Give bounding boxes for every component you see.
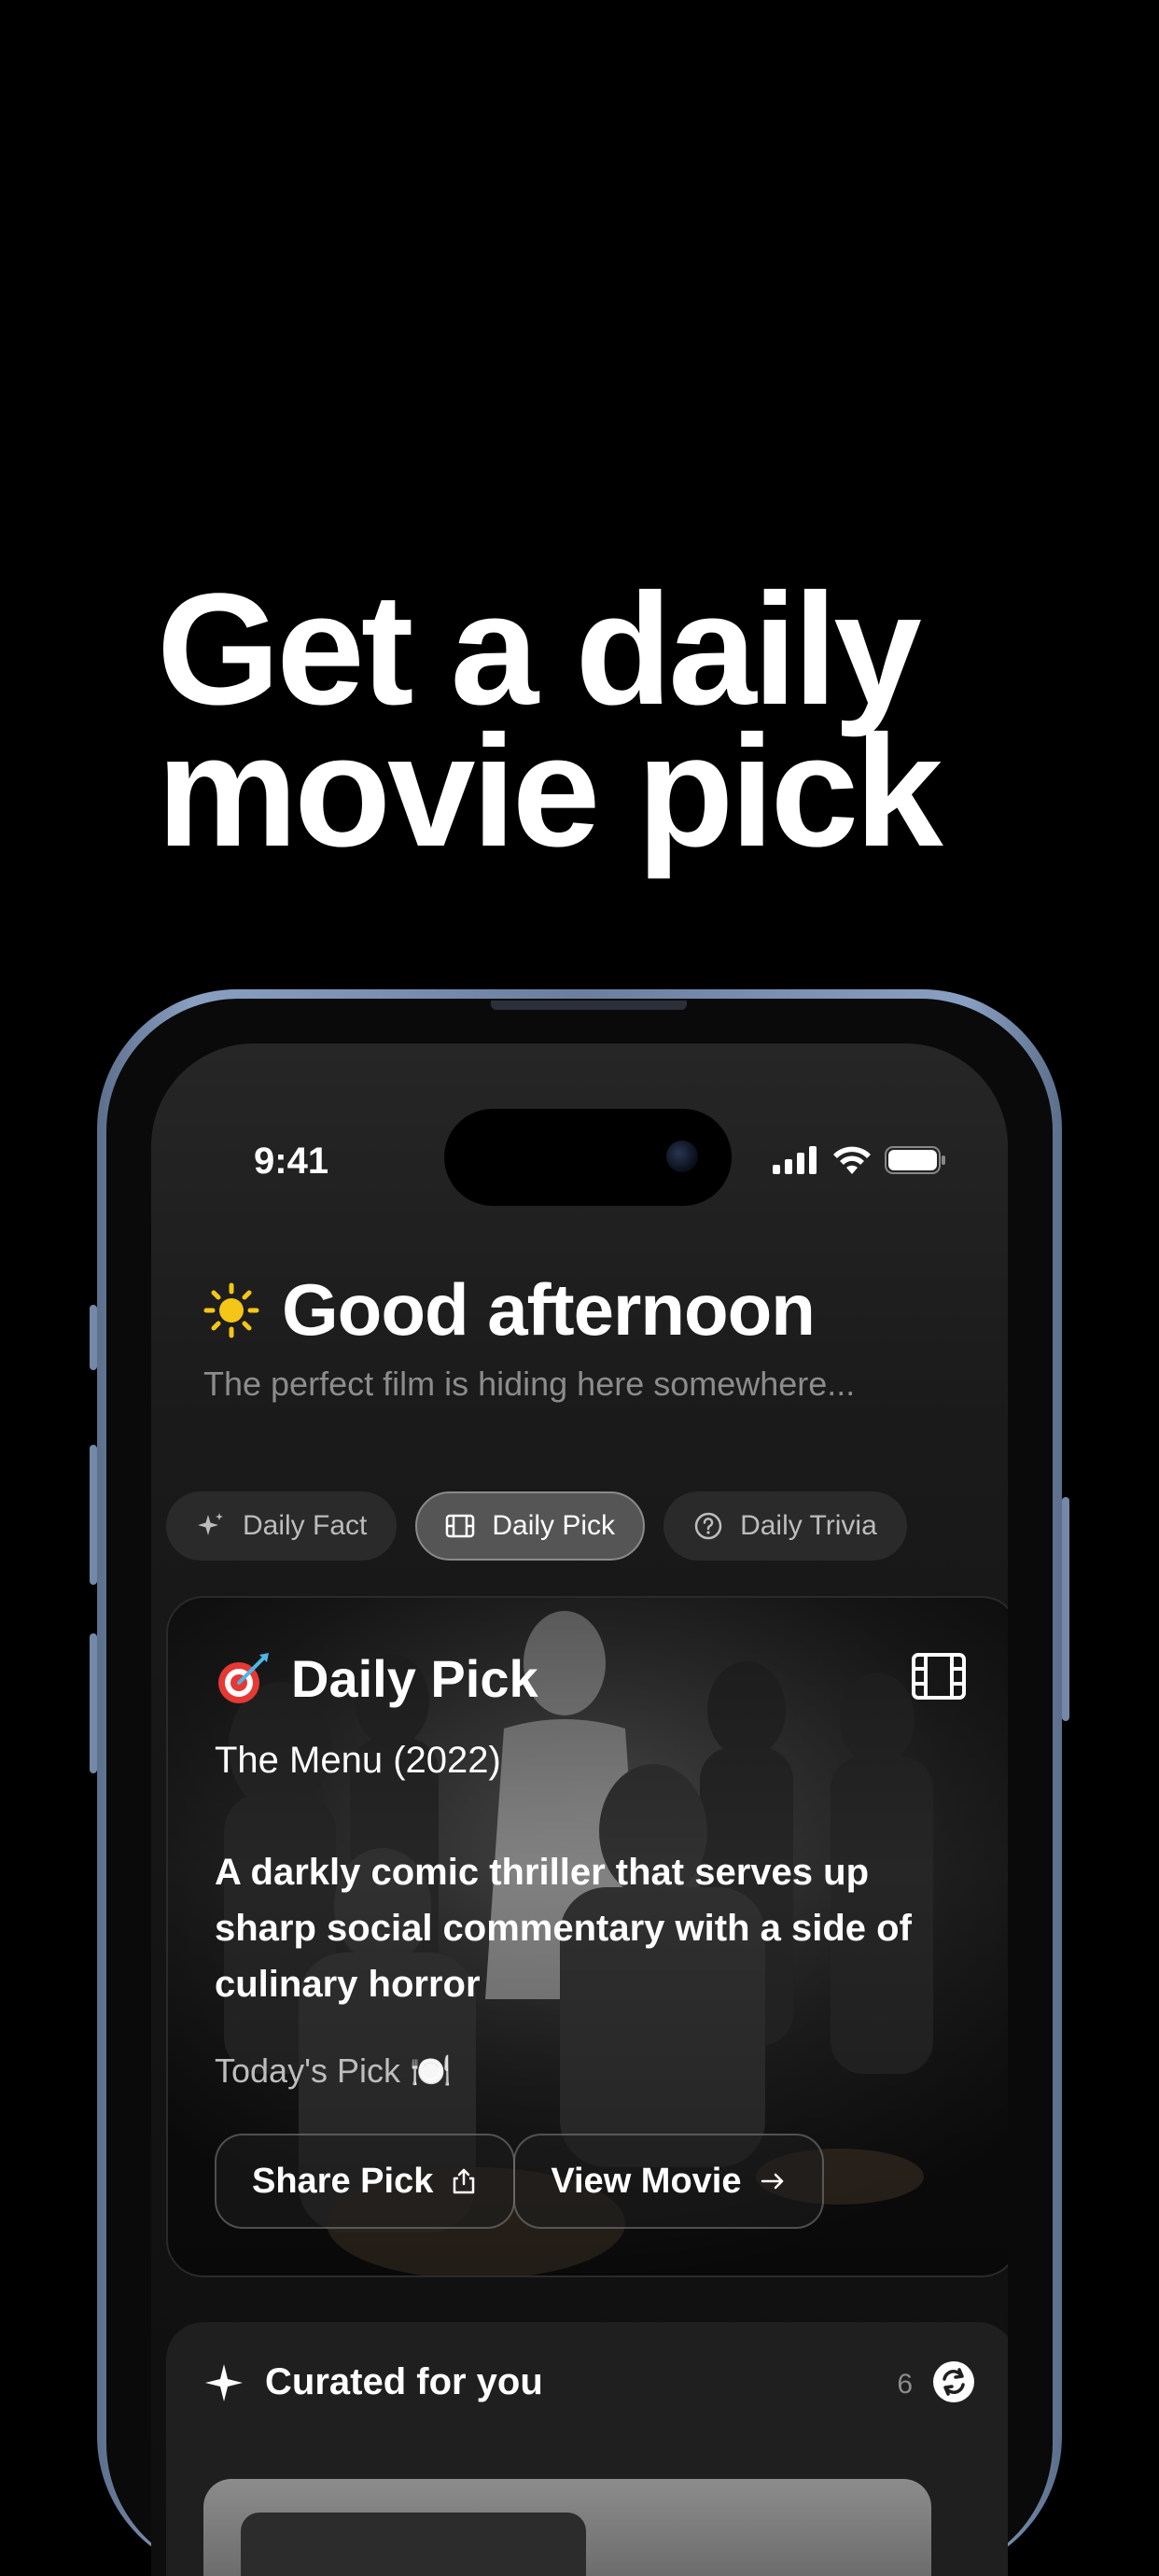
tab-daily-fact-label: Daily Fact	[243, 1510, 368, 1541]
greeting: Good afternoon	[203, 1267, 816, 1352]
daily-pick-header: Daily Pick	[215, 1648, 538, 1709]
arrow-right-icon	[761, 2173, 783, 2190]
side-button-left-1	[90, 1305, 97, 1370]
status-icons	[773, 1146, 946, 1174]
phone-screen: 9:41 Good afternoon The perfect film is …	[151, 1043, 1008, 2576]
wifi-icon	[833, 1146, 871, 1174]
share-icon	[454, 2168, 475, 2194]
refresh-icon[interactable]	[931, 2359, 976, 2404]
phone-frame: 9:41 Good afternoon The perfect film is …	[90, 989, 1069, 2576]
tab-daily-fact[interactable]: Daily Fact	[166, 1491, 398, 1561]
status-time: 9:41	[254, 1141, 329, 1182]
target-dart-icon	[218, 1652, 269, 1703]
camera-icon	[666, 1141, 698, 1172]
daily-pick-title: Daily Pick	[291, 1649, 538, 1708]
tab-daily-pick-label: Daily Pick	[492, 1510, 616, 1541]
curated-count: 6	[897, 2369, 913, 2400]
sun-icon	[203, 1282, 259, 1337]
todays-pick-tag: Today's Pick 🍽️	[215, 2051, 452, 2090]
side-button-left-3	[90, 1633, 97, 1773]
speaker-grille	[491, 1001, 687, 1010]
curated-card-inner	[241, 2513, 586, 2576]
signal-icon	[773, 1146, 817, 1174]
curated-movie-card[interactable]	[203, 2479, 931, 2576]
view-movie-button[interactable]: View Movie	[513, 2134, 824, 2229]
headline-line-2: movie pick	[157, 703, 943, 880]
tab-daily-trivia[interactable]: Daily Trivia	[663, 1491, 907, 1561]
pick-actions: Share Pick View Movie	[215, 2134, 824, 2229]
question-circle-icon	[694, 1512, 722, 1540]
sparkle-icon	[198, 1513, 223, 1535]
tab-bar: Daily Fact Daily Pick Daily Trivia	[166, 1491, 907, 1561]
greeting-subtitle: The perfect film is hiding here somewher…	[203, 1365, 856, 1403]
curated-title: Curated for you	[265, 2361, 543, 2402]
headline: Get a daily movie pick	[157, 561, 1090, 880]
dynamic-island	[444, 1109, 732, 1206]
movie-description: A darkly comic thriller that serves up s…	[215, 1852, 912, 2005]
share-pick-label: Share Pick	[252, 2161, 434, 2201]
film-strip-icon	[912, 1653, 966, 1700]
battery-icon	[885, 1146, 945, 1174]
curated-header: Curated for you	[203, 2361, 543, 2403]
phone-bezel: 9:41 Good afternoon The perfect film is …	[106, 999, 1053, 2576]
daily-pick-card[interactable]: Daily Pick The Menu (2022) A darkly comi…	[166, 1596, 1008, 2277]
movie-title: The Menu (2022)	[215, 1740, 501, 1781]
view-movie-label: View Movie	[551, 2161, 742, 2201]
side-button-left-2	[90, 1445, 97, 1585]
side-button-right	[1062, 1497, 1069, 1721]
tab-daily-pick[interactable]: Daily Pick	[415, 1491, 646, 1561]
film-icon	[446, 1514, 475, 1538]
curated-section: Curated for you 6	[166, 2322, 1008, 2576]
sparkle-icon	[205, 2363, 243, 2401]
tab-daily-trivia-label: Daily Trivia	[740, 1510, 877, 1541]
greeting-title: Good afternoon	[282, 1268, 816, 1351]
share-pick-button[interactable]: Share Pick	[215, 2134, 516, 2229]
headline-line-1: Get a daily	[157, 561, 922, 738]
